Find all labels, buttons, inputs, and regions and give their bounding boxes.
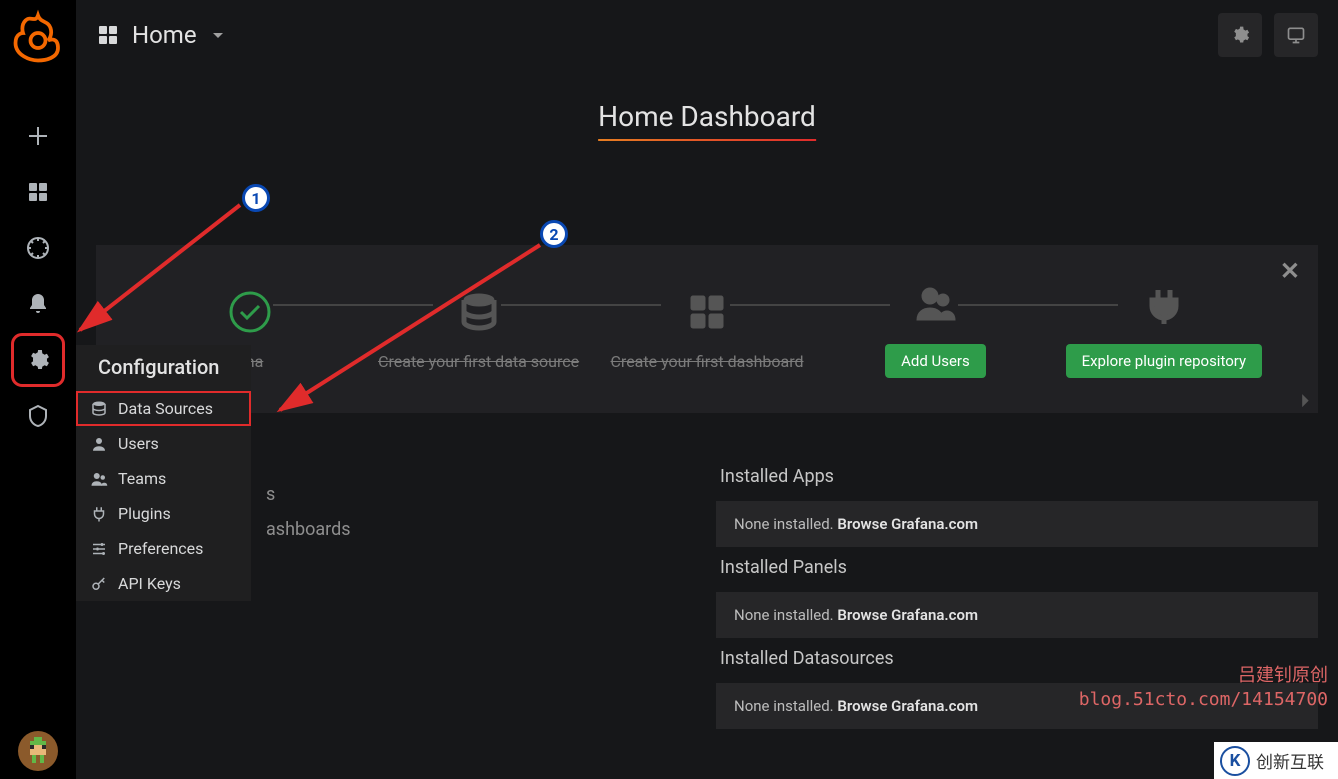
user-avatar[interactable] (18, 731, 58, 771)
watermark-brand: K 创新互联 (1214, 742, 1338, 779)
step-users: Add Users (821, 280, 1049, 378)
database-icon (90, 400, 108, 418)
section-title: Installed Apps (720, 466, 1318, 487)
partial-text: s (266, 484, 698, 505)
sliders-icon (90, 540, 108, 558)
explore-icon[interactable] (18, 228, 58, 268)
step-label: Create your first data source (378, 352, 579, 371)
flyout-label: Users (118, 434, 159, 453)
flyout-item-datasources[interactable]: Data Sources (76, 391, 251, 426)
resize-handle-icon[interactable]: ◢ (1293, 392, 1309, 408)
flyout-item-users[interactable]: Users (76, 426, 251, 461)
installed-apps-box: None installed. Browse Grafana.com (716, 501, 1318, 547)
close-icon[interactable]: ✕ (1280, 257, 1300, 285)
flyout-item-preferences[interactable]: Preferences (76, 531, 251, 566)
brand-icon: K (1220, 746, 1250, 776)
page-title: Home Dashboard (598, 100, 816, 139)
flyout-item-teams[interactable]: Teams (76, 461, 251, 496)
breadcrumb[interactable]: Home (96, 21, 223, 49)
explore-plugins-button[interactable]: Explore plugin repository (1066, 344, 1263, 378)
annotation-marker-1: 1 (242, 184, 270, 212)
flyout-label: Data Sources (118, 399, 213, 418)
alerting-icon[interactable] (18, 284, 58, 324)
section-title: Installed Panels (720, 557, 1318, 578)
step-plugins: Explore plugin repository (1050, 280, 1278, 378)
nav-title: Home (132, 21, 197, 49)
grafana-logo[interactable] (8, 8, 68, 68)
check-circle-icon (226, 288, 274, 336)
browse-link[interactable]: Browse Grafana.com (837, 606, 978, 624)
dashboards-icon[interactable] (18, 172, 58, 212)
chevron-down-icon (213, 33, 223, 38)
navbar: Home (76, 0, 1338, 70)
browse-link[interactable]: Browse Grafana.com (837, 697, 978, 715)
dashboard-settings-button[interactable] (1218, 13, 1262, 57)
tiles-icon (683, 288, 731, 336)
configuration-flyout: Configuration Data Sources Users Teams P… (76, 345, 251, 601)
users-icon (90, 470, 108, 488)
add-users-button[interactable]: Add Users (885, 344, 986, 378)
configuration-icon[interactable] (18, 340, 58, 380)
watermark-text: 吕建钊原创 blog.51cto.com/14154700 (1079, 664, 1328, 711)
server-admin-icon[interactable] (18, 396, 58, 436)
user-icon (90, 435, 108, 453)
flyout-label: Plugins (118, 504, 171, 523)
plug-icon (1140, 280, 1188, 328)
flyout-item-plugins[interactable]: Plugins (76, 496, 251, 531)
flyout-title: Configuration (76, 345, 251, 391)
users-icon (911, 280, 959, 328)
step-dashboard[interactable]: Create your first dashboard (593, 288, 821, 371)
flyout-label: API Keys (118, 574, 181, 593)
installed-panels-box: None installed. Browse Grafana.com (716, 592, 1318, 638)
sidebar (0, 0, 76, 779)
browse-link[interactable]: Browse Grafana.com (837, 515, 978, 533)
create-icon[interactable] (18, 116, 58, 156)
getting-started-panel: ✕ ana Create your first data source (96, 245, 1318, 413)
step-datasource[interactable]: Create your first data source (364, 288, 592, 371)
flyout-label: Teams (118, 469, 166, 488)
flyout-item-apikeys[interactable]: API Keys (76, 566, 251, 601)
tiles-icon (96, 23, 120, 47)
annotation-marker-2: 2 (540, 220, 568, 248)
database-icon (455, 288, 503, 336)
cycle-view-button[interactable] (1274, 13, 1318, 57)
partial-text: ashboards (266, 519, 698, 540)
plug-icon (90, 505, 108, 523)
flyout-label: Preferences (118, 539, 203, 558)
key-icon (90, 575, 108, 593)
step-label: Create your first dashboard (611, 352, 804, 371)
